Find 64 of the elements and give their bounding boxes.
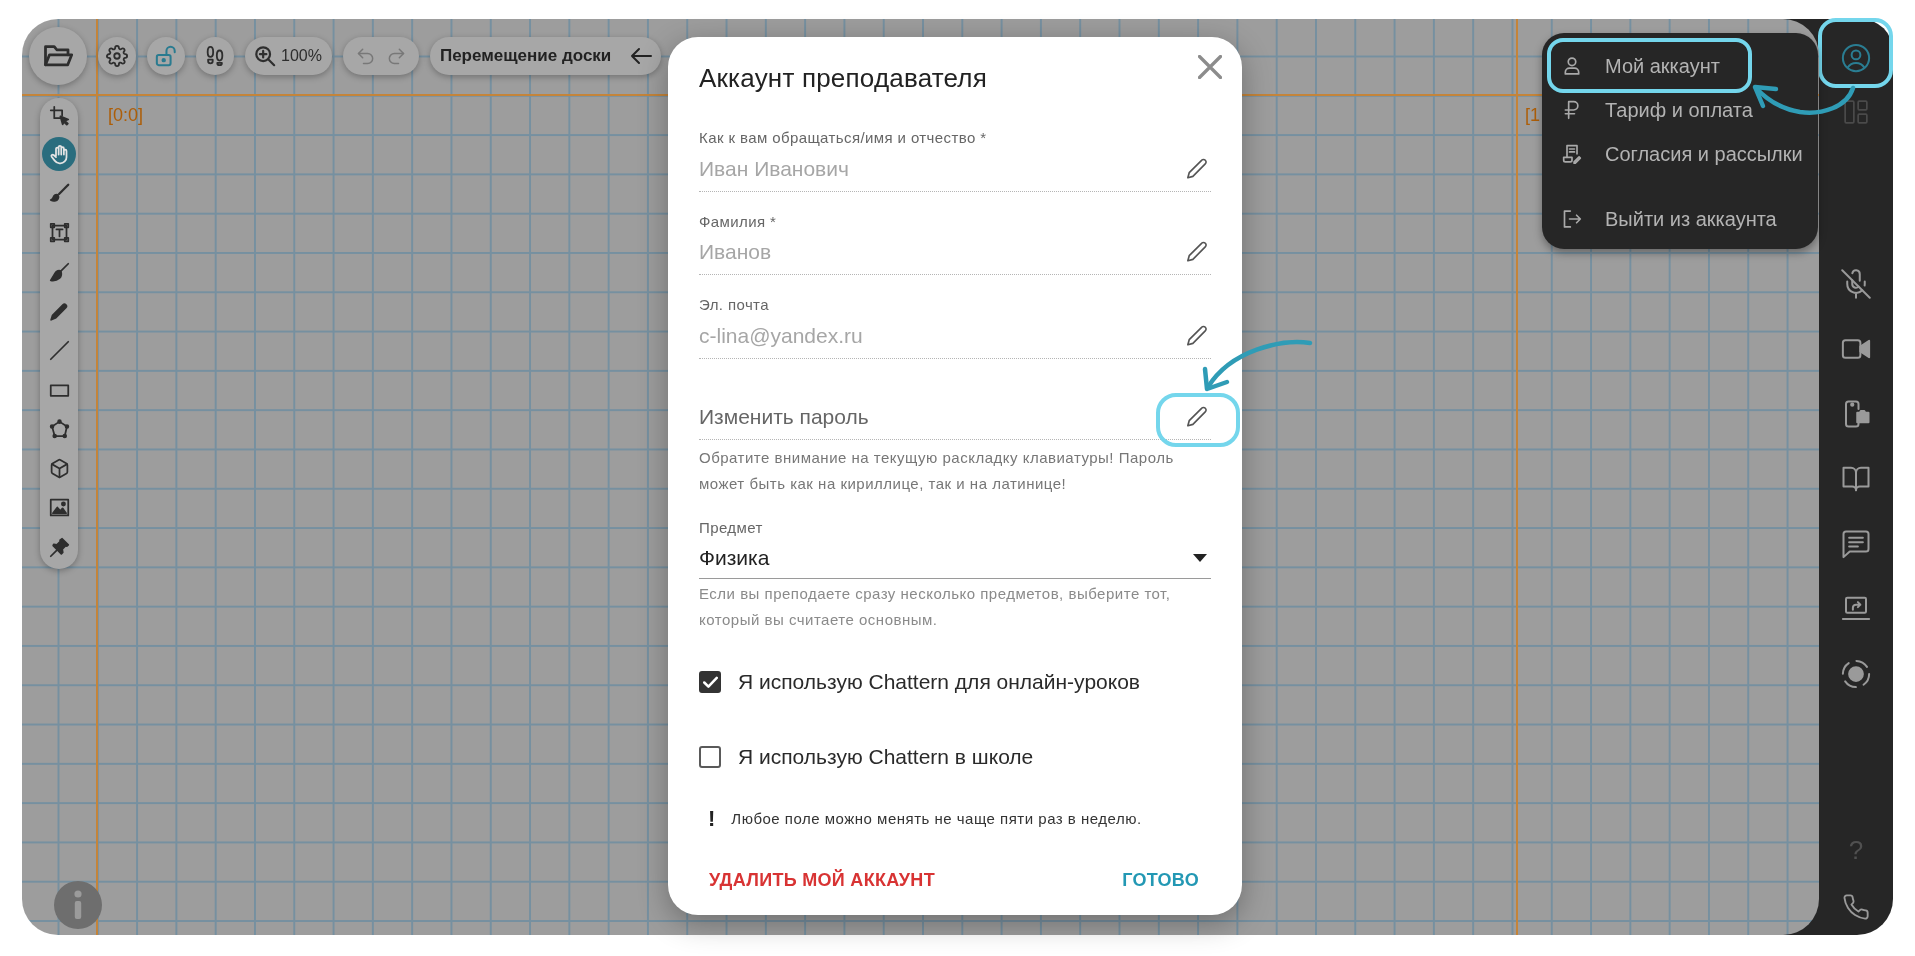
microphone-off-icon	[1841, 269, 1871, 299]
undo-icon	[355, 46, 376, 66]
done-button[interactable]: ГОТОВО	[1112, 859, 1209, 899]
field-label: Предмет	[699, 519, 764, 537]
dialog-title: Аккаунт преподавателя	[699, 63, 987, 93]
field-label: Как к вам обращаться/имя и отчество *	[699, 129, 988, 147]
menu-item[interactable]: Тариф и оплата	[1542, 88, 1761, 132]
open-folder-button[interactable]	[29, 27, 87, 85]
user-circle-icon	[1841, 43, 1871, 73]
layout-icon	[1843, 99, 1869, 125]
checkbox-label: Я использую Chattern для онлайн-уроков	[738, 669, 1140, 696]
pencil-icon	[1186, 157, 1208, 180]
board-mode-button[interactable]: Перемещение доски	[429, 37, 662, 75]
checkbox[interactable]	[699, 671, 721, 693]
polygon-icon	[48, 418, 70, 440]
book-icon	[1841, 464, 1871, 494]
chat-icon	[1841, 529, 1871, 559]
password-field[interactable]: Изменить пароль	[699, 404, 1183, 431]
ruble-icon	[1562, 100, 1582, 120]
footprints-icon	[204, 45, 226, 67]
image-icon	[48, 497, 70, 519]
field-label: Фамилия *	[699, 212, 778, 231]
menu-item[interactable]: Согласия и рассылки	[1542, 132, 1811, 176]
pencil-icon	[48, 301, 70, 322]
close-icon	[1198, 55, 1222, 79]
crop-cursor-icon	[48, 104, 70, 126]
delete-account-button[interactable]: УДАЛИТЬ МОЙ АККАУНТ	[699, 859, 945, 899]
coordinate-label: [0:0]	[108, 104, 144, 126]
checkbox-label: Я использую Chattern в школе	[738, 744, 1034, 771]
menu-item[interactable]: Мой аккаунт	[1542, 44, 1728, 88]
cube-icon	[48, 458, 70, 480]
text-frame-icon	[48, 222, 70, 244]
record-icon	[1841, 659, 1871, 689]
pushpin-icon	[48, 536, 70, 558]
padlock-icon	[155, 45, 177, 67]
pencil-icon	[1186, 324, 1208, 347]
user-icon	[1562, 56, 1582, 76]
coordinate-label: [1	[1525, 104, 1540, 126]
settings-icon	[106, 45, 128, 67]
brush-icon	[48, 183, 70, 205]
pencil-icon	[1186, 241, 1208, 264]
line-icon	[48, 340, 70, 362]
checkmark-icon	[702, 674, 718, 690]
phone-icon	[1842, 893, 1870, 921]
field-hint: Обратите внимание на текущую раскладку клавиатуры! Пароль может быть как на кириллице, так и на латинице!	[699, 448, 1175, 494]
menu-item[interactable]: Выйти из аккаунта	[1542, 197, 1785, 241]
footprints-button[interactable]	[196, 37, 234, 75]
close-button[interactable]	[1198, 55, 1222, 79]
tool-button[interactable]	[42, 137, 76, 172]
exclamation-mark: !	[708, 808, 716, 830]
zoom-in-icon	[254, 45, 276, 67]
zoom-button[interactable]: 100%	[245, 37, 332, 75]
broom-icon	[48, 261, 70, 283]
checkbox[interactable]	[699, 746, 721, 768]
pencil-icon	[1186, 406, 1208, 429]
document-pen-icon	[1562, 144, 1582, 164]
logout-icon	[1562, 209, 1582, 229]
field-hint: Если вы преподаете сразу несколько предметов, выберите тот, который вы считаете основным.	[699, 584, 1172, 630]
note-text: Любое поле можно менять не чаще пяти раз в неделю.	[731, 808, 1142, 829]
settings-button[interactable]	[98, 37, 136, 75]
subject-select[interactable]: Физика	[699, 537, 1211, 579]
hand-icon	[48, 143, 70, 165]
field-label: Эл. почта	[699, 296, 770, 314]
info-icon	[54, 881, 102, 929]
